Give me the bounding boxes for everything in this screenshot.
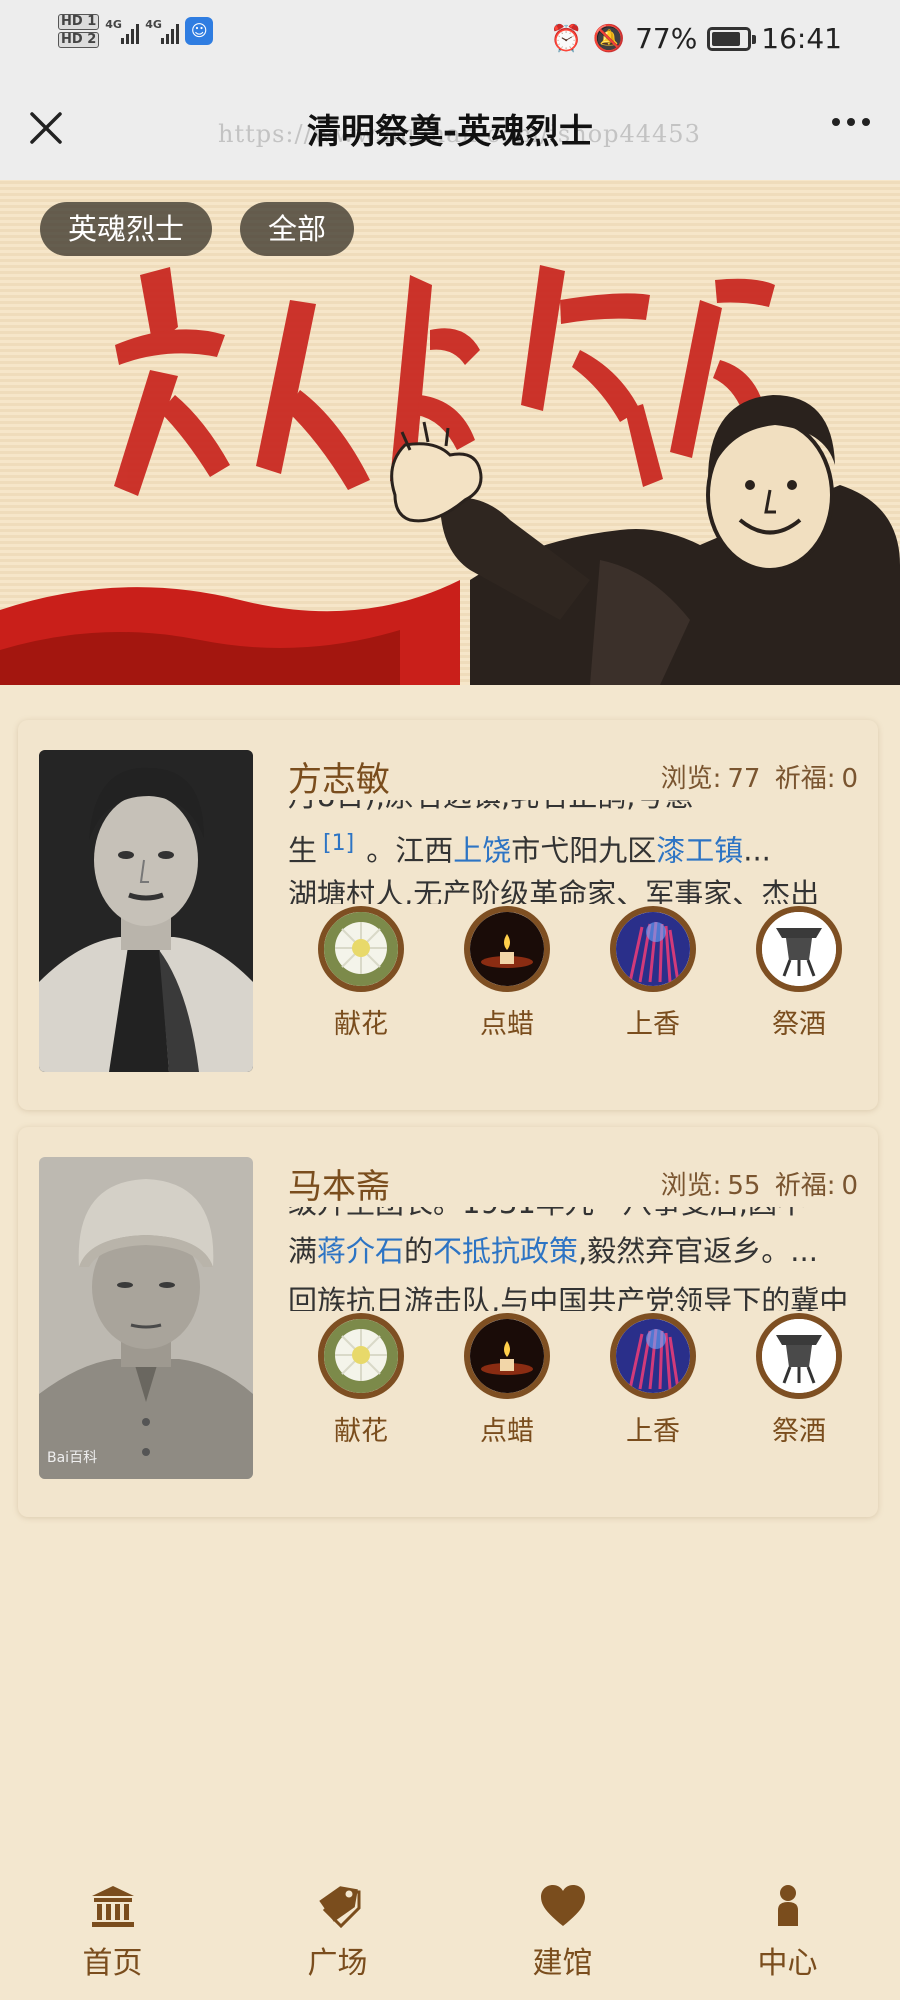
martyr-portrait[interactable] [39,750,253,1072]
link-chiang-kai-shek[interactable]: 蒋介石 [317,1234,404,1268]
action-label: 点蜡 [480,1009,534,1040]
nav-build[interactable]: 建馆 [450,1870,675,2000]
offer-flower-button[interactable]: 献花 [306,906,416,1041]
link-shangrao[interactable]: 上饶 [453,834,511,868]
action-label: 祭酒 [772,1009,826,1040]
hd1-indicator: HD 1 [58,14,100,30]
action-label: 祭酒 [772,1416,826,1447]
baidu-watermark-icon: Bai百科 [47,1450,97,1466]
action-label: 点蜡 [480,1416,534,1447]
alarm-icon: ⏰ [550,23,583,54]
prayers-count: 0 [841,1171,858,1201]
offer-flower-button[interactable]: 献花 [306,1313,416,1448]
card-stats: 浏览: 77 祈福: 0 [655,758,858,795]
nav-home[interactable]: 首页 [0,1870,225,2000]
martyr-card[interactable]: 方志敏 浏览:77 祈福:0 月8日),原名远镇,乳名正鹄,号慧 生[1]。江西… [18,720,878,1110]
category-filter-pill[interactable]: 英魂烈士 [40,202,213,256]
status-bar: HD 1 HD 2 4G 4G ☺ ⏰ 🔕 77% 16:41 [0,0,900,78]
more-options-icon[interactable] [832,118,870,126]
mute-icon: 🔕 [592,23,626,54]
incense-icon [610,906,696,992]
temple-icon [91,1886,134,1927]
burn-incense-button[interactable]: 上香 [598,906,708,1041]
incense-icon [610,1313,696,1399]
chrysanthemum-icon [318,906,404,992]
tribute-actions: 献花 点蜡 上香 祭酒 [306,1313,854,1448]
tags-icon [318,1886,360,1928]
views-count: 77 [727,764,761,794]
clock: 16:41 [761,22,842,55]
prayers-count: 0 [841,764,858,794]
nav-square[interactable]: 广场 [225,1870,450,2000]
martyr-card[interactable]: Bai百科 马本斋 浏览:55 祈福:0 级升至团长。1931年九一八事变后,因… [18,1127,878,1517]
hd2-indicator: HD 2 [58,32,100,48]
citation-link[interactable]: [1] [323,831,354,856]
prayers-label: 祈福: [774,1171,836,1201]
action-label: 献花 [334,1416,388,1447]
nav-label: 首页 [82,1946,143,1981]
offer-wine-button[interactable]: 祭酒 [744,906,854,1041]
action-label: 上香 [626,1416,680,1447]
card-stats: 浏览: 55 祈福: 0 [655,1165,858,1202]
tribute-actions: 献花 点蜡 上香 祭酒 [306,906,854,1041]
martyr-name: 马本斋 [288,1167,390,1207]
signal-icon-1: 4G [105,18,140,44]
user-icon [777,1885,798,1926]
notification-app-icon: ☺ [185,17,214,45]
action-label: 上香 [626,1009,680,1040]
nav-label: 建馆 [532,1946,593,1981]
candle-icon [464,906,550,992]
all-filter-pill[interactable]: 全部 [240,202,355,256]
views-label: 浏览: [660,1171,722,1201]
link-qigong-town[interactable]: 漆工镇 [656,834,743,868]
nav-label: 中心 [757,1946,818,1981]
light-candle-button[interactable]: 点蜡 [452,1313,562,1448]
battery-icon [707,26,757,51]
nav-center[interactable]: 中心 [675,1870,900,2000]
battery-percent: 77% [635,22,698,55]
martyr-name: 方志敏 [288,760,390,800]
action-label: 献花 [334,1009,388,1040]
heart-icon [540,1885,585,1926]
views-label: 浏览: [660,764,722,794]
views-count: 55 [727,1171,761,1201]
wine-vessel-icon [756,1313,842,1399]
prayers-label: 祈福: [774,764,836,794]
wine-vessel-icon [756,906,842,992]
link-non-resistance-policy[interactable]: 不抵抗政策 [433,1234,578,1268]
martyr-portrait[interactable]: Bai百科 [39,1157,253,1479]
martyr-description: 级升至团长。1931年九一八事变后,因不 满蒋介石的不抵抗政策,毅然弃官返乡。.… [288,1207,848,1311]
title-bar: https://www.huzhan.com/ishop44453 清明祭奠-英… [0,78,900,180]
candle-icon [464,1313,550,1399]
banner: 英魂烈士 全部 [0,180,900,685]
signal-icon-2: 4G [145,18,180,44]
burn-incense-button[interactable]: 上香 [598,1313,708,1448]
chrysanthemum-icon [318,1313,404,1399]
status-right: ⏰ 🔕 77% 16:41 [550,22,842,55]
martyr-description: 月8日),原名远镇,乳名正鹄,号慧 生[1]。江西上饶市弋阳九区漆工镇... 湖… [288,800,820,904]
page-title: 清明祭奠-英魂烈士 [306,112,594,152]
nav-label: 广场 [307,1946,368,1981]
bottom-nav: 首页 广场 建馆 中心 [0,1870,900,2000]
offer-wine-button[interactable]: 祭酒 [744,1313,854,1448]
light-candle-button[interactable]: 点蜡 [452,906,562,1041]
status-left: HD 1 HD 2 4G 4G ☺ [58,14,214,48]
